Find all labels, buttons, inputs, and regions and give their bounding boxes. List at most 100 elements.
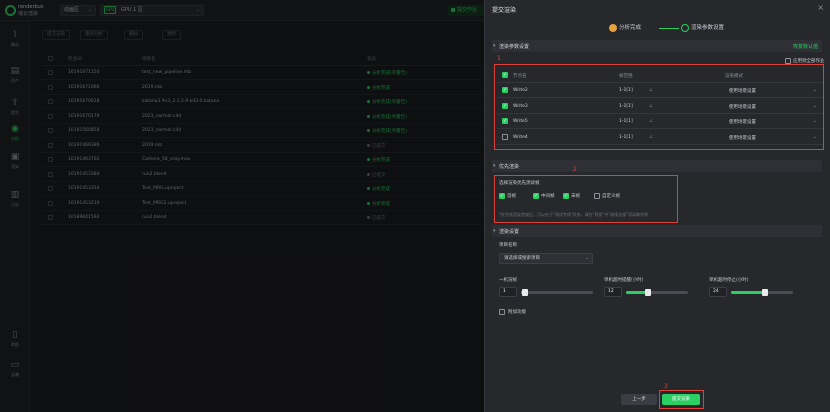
edit-icon[interactable]: ∠: [649, 119, 653, 124]
sidebar-item-analysis[interactable]: ◉ 分析: [0, 125, 30, 147]
table-row[interactable]: 10191671066 2019.mb 分析完成: [42, 81, 482, 95]
sidebar-item-render[interactable]: ▣ 渲染: [0, 153, 30, 175]
project-select[interactable]: 请选择或搜索项目 ⌄: [499, 253, 593, 264]
write-table-header: ✓ 节点名 帧范围 渲染模式: [497, 69, 823, 83]
edit-icon[interactable]: ∠: [649, 135, 653, 140]
region-select-value: 动画区: [64, 7, 80, 13]
edit-icon[interactable]: ∠: [649, 88, 653, 93]
table-row[interactable]: 10191453354 Test_MRG.uproject 分析完成: [42, 182, 482, 196]
timeout-warn-slider[interactable]: [626, 289, 688, 296]
write-node-row[interactable]: ✓ Write5 1-1[1] ∠ 使用场景设置 ⌄: [497, 115, 823, 129]
slider-handle[interactable]: [762, 289, 769, 296]
write-frame-range[interactable]: 1-1[1]: [619, 135, 633, 140]
row-checkbox[interactable]: [48, 128, 53, 133]
select-all-checkbox[interactable]: [48, 56, 53, 61]
chevron-down-icon[interactable]: ⌄: [813, 87, 817, 93]
row-checkbox[interactable]: [48, 186, 53, 191]
table-row[interactable]: 10191670179 2023_normal.c4d 分析完成(有警告): [42, 110, 482, 124]
row-checkbox[interactable]: [48, 99, 53, 104]
reanalyze-button[interactable]: 重新分析: [80, 30, 108, 40]
write-render-mode[interactable]: 使用场景设置: [729, 88, 756, 94]
section-render-params[interactable]: 渲染参数设置 恢复默认值: [492, 40, 822, 52]
write-checkbox[interactable]: ✓: [502, 87, 508, 93]
write-frame-range[interactable]: 1-1[1]: [619, 104, 633, 109]
sidebar-item-submit[interactable]: ⇪ 提交: [0, 99, 30, 121]
timeout-stop-input[interactable]: 24: [709, 287, 727, 297]
slider-handle[interactable]: [644, 289, 651, 296]
row-checkbox[interactable]: [48, 142, 53, 148]
table-row[interactable]: 10191453219 Test_MRG2.uproject 分析完成: [42, 197, 482, 211]
priority-checkbox[interactable]: ✓: [533, 193, 539, 199]
submit-render-button-final[interactable]: 提交渲染: [662, 394, 700, 405]
table-row[interactable]: 10191466386 2019.mb 已提交: [42, 139, 482, 153]
app-logo[interactable]: renderbus 瑞云渲染: [5, 4, 57, 17]
write-render-mode[interactable]: 使用场景设置: [729, 135, 756, 141]
chevron-down-icon[interactable]: ⌄: [813, 134, 817, 140]
update-button[interactable]: 更新: [162, 30, 181, 40]
write-node-row[interactable]: Write4 1-1[1] ∠ 使用场景设置 ⌄: [497, 131, 823, 145]
row-checkbox[interactable]: [48, 215, 53, 220]
column-header-scene[interactable]: 场景名: [142, 56, 156, 62]
status-dot-icon: [367, 100, 370, 103]
sidebar-item-help[interactable]: ▯ 帮助: [0, 331, 30, 353]
timeout-warn-input[interactable]: 12: [604, 287, 622, 297]
table-row[interactable]: 10191560858 2023_normal.c4d 分析完成(有警告): [42, 124, 482, 138]
edit-icon[interactable]: ∠: [649, 104, 653, 109]
timeout-stop-slider[interactable]: [731, 289, 793, 296]
write-frame-range[interactable]: 1-1[1]: [619, 88, 633, 93]
priority-checkbox[interactable]: ✓: [499, 193, 505, 199]
job-id: 10191453354: [68, 186, 100, 191]
row-checkbox[interactable]: [48, 70, 53, 75]
delete-button[interactable]: 删除: [124, 30, 143, 40]
status-text: 分析完成: [372, 158, 390, 163]
write-checkbox[interactable]: [502, 133, 508, 140]
section-render-settings[interactable]: 渲染设置: [492, 225, 822, 237]
column-header-id[interactable]: 作业ID: [68, 56, 82, 62]
scene-name: run2.blend: [142, 171, 167, 177]
row-checkbox[interactable]: [48, 171, 53, 177]
frames-per-machine-input[interactable]: 1: [499, 287, 517, 297]
write-render-mode[interactable]: 使用场景设置: [729, 104, 756, 110]
slider-handle[interactable]: [521, 289, 528, 296]
section-priority[interactable]: 优先渲染: [492, 160, 822, 172]
sidebar-item-assets[interactable]: ▤ 资产: [0, 67, 30, 89]
row-checkbox[interactable]: [48, 84, 53, 90]
sidebar-item-cloud[interactable]: ▭ 云端: [0, 361, 30, 383]
submit-job-button[interactable]: 提交作业: [448, 5, 488, 16]
select-all-writes-checkbox[interactable]: ✓: [502, 72, 508, 78]
write-frame-range[interactable]: 1-1[1]: [619, 119, 633, 124]
priority-checkbox[interactable]: [594, 193, 600, 199]
table-row[interactable]: 10191453384 run2.blend 已提交: [42, 168, 482, 182]
write-checkbox[interactable]: ✓: [502, 102, 508, 109]
row-checkbox[interactable]: [48, 113, 53, 119]
job-status: 分析完成(有警告): [367, 128, 407, 134]
row-checkbox[interactable]: [48, 200, 53, 206]
row-checkbox[interactable]: [48, 157, 53, 162]
column-header-status[interactable]: 状态: [367, 56, 376, 62]
sidebar-item-overview[interactable]: ⌇ 概况: [0, 31, 30, 53]
write-node-row[interactable]: ✓ Write3 1-1[1] ∠ 使用场景设置 ⌄: [497, 100, 823, 114]
gpu-select[interactable]: GPU GPU 1 区 ⌄: [100, 5, 204, 16]
previous-step-button[interactable]: 上一步: [621, 394, 657, 405]
submit-render-button[interactable]: 提交渲染: [42, 30, 70, 40]
step-connector: [659, 28, 679, 29]
scene-name: 2019.mb: [142, 142, 163, 148]
write-render-mode[interactable]: 使用场景设置: [729, 119, 756, 125]
status-dot-icon: [367, 158, 370, 161]
write-node-row[interactable]: ✓ Write2 1-1[1] ∠ 使用场景设置 ⌄: [497, 84, 823, 98]
table-row[interactable]: 10189641592 run2.blend 已提交: [42, 211, 482, 225]
table-row[interactable]: 10191671150 test_new_pipeline.mb 分析完成(有警告): [42, 66, 482, 80]
table-row[interactable]: 10191670628 katana3.9v3_2.1.2.9-kd3.0.kat…: [42, 95, 482, 109]
assets-icon: ▤: [10, 66, 20, 76]
region-select[interactable]: 动画区 ⌄: [60, 5, 96, 16]
priority-checkbox[interactable]: ✓: [563, 193, 569, 199]
close-icon[interactable]: ×: [817, 3, 824, 12]
restore-defaults-link[interactable]: 恢复默认值: [793, 43, 818, 50]
chevron-down-icon[interactable]: ⌄: [813, 103, 817, 109]
chevron-down-icon[interactable]: ⌄: [813, 118, 817, 124]
write-checkbox[interactable]: ✓: [502, 118, 508, 124]
extra-features-checkbox[interactable]: [499, 309, 505, 315]
frames-per-machine-slider[interactable]: [521, 289, 593, 296]
table-row[interactable]: 10191463702 Camera_58_vray.max 分析完成: [42, 153, 482, 167]
sidebar-item-logs[interactable]: ▥ 日志: [0, 191, 30, 213]
